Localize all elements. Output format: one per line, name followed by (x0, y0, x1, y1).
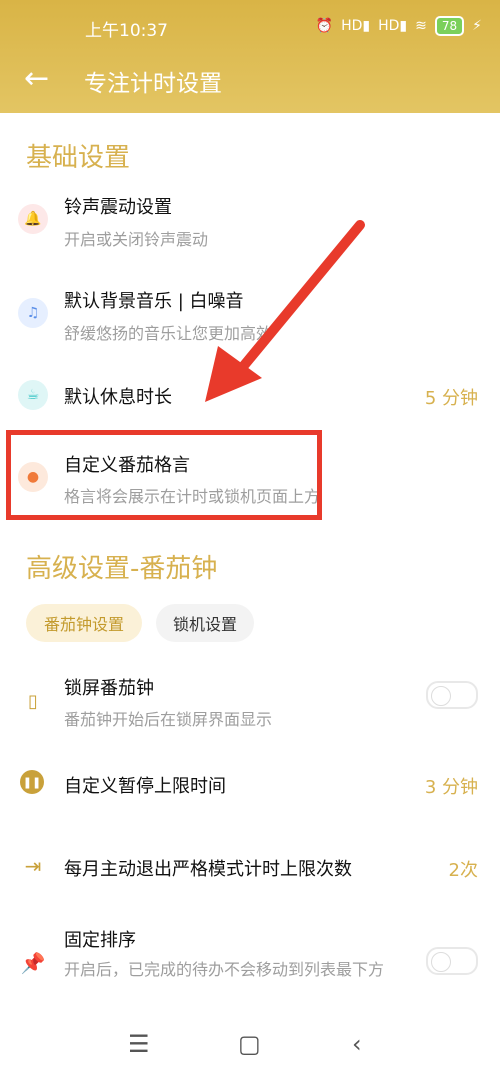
setting-value: 3 分钟 (424, 777, 478, 798)
system-nav-bar: ☰ ▢ ‹ (0, 1014, 500, 1084)
phone-lock-icon: ▯ (28, 690, 38, 712)
section-title-advanced: 高级设置-番茄钟 (26, 554, 218, 584)
setting-title: 自定义暂停上限时间 (64, 776, 226, 797)
fixed-sort-toggle[interactable] (426, 947, 478, 975)
pin-icon: 📌 (20, 951, 46, 975)
setting-title: 每月主动退出严格模式计时上限次数 (64, 859, 352, 880)
annotation-arrow (205, 220, 365, 402)
lockscreen-toggle[interactable] (426, 681, 478, 709)
menu-icon[interactable]: ☰ (128, 1030, 150, 1058)
pause-icon: ❚❚ (20, 770, 44, 794)
exit-icon: ⇥ (24, 854, 42, 878)
tab-pomodoro-settings[interactable]: 番茄钟设置 (26, 604, 142, 642)
setting-value: 2次 (448, 860, 478, 881)
back-icon[interactable]: ‹ (352, 1030, 362, 1058)
home-icon[interactable]: ▢ (238, 1030, 261, 1058)
setting-subtitle: 开启后，已完成的待办不会移动到列表最下方 (64, 960, 385, 979)
setting-subtitle: 番茄钟开始后在锁屏界面显示 (64, 710, 273, 729)
setting-title: 锁屏番茄钟 (64, 678, 154, 699)
setting-title: 固定排序 (64, 930, 136, 951)
tab-lock-settings[interactable]: 锁机设置 (156, 604, 254, 642)
